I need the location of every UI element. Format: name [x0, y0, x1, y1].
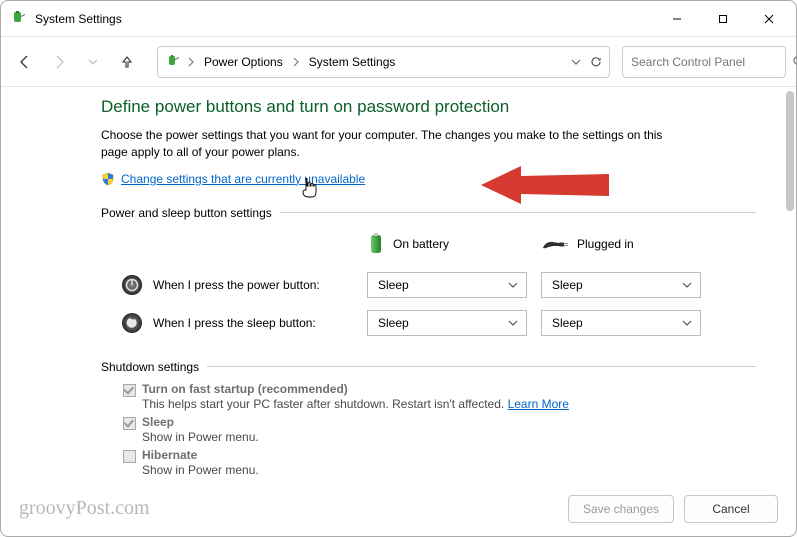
row-power-button: When I press the power button:	[121, 266, 353, 304]
search-box[interactable]	[622, 46, 786, 78]
row-label-text: When I press the power button:	[153, 278, 320, 292]
navbar: Power Options System Settings	[1, 37, 796, 87]
option-title: Sleep	[142, 415, 259, 429]
footer: groovyPost.com Save changes Cancel	[1, 481, 796, 536]
row-label-text: When I press the sleep button:	[153, 316, 316, 330]
chevron-down-icon	[508, 319, 518, 327]
window-title: System Settings	[35, 12, 122, 26]
chevron-down-icon	[682, 319, 692, 327]
option-desc: Show in Power menu.	[142, 430, 259, 444]
app-icon	[11, 11, 27, 27]
option-title: Turn on fast startup (recommended)	[142, 382, 569, 396]
power-button-icon	[121, 274, 143, 296]
chevron-down-icon	[682, 281, 692, 289]
page-title: Define power buttons and turn on passwor…	[101, 97, 756, 117]
change-settings-link[interactable]: Change settings that are currently unava…	[121, 172, 365, 186]
column-on-battery: On battery	[367, 226, 527, 266]
option-title: Hibernate	[142, 448, 259, 462]
shield-icon	[101, 172, 115, 186]
select-value: Sleep	[378, 278, 409, 292]
change-settings-row: Change settings that are currently unava…	[101, 172, 756, 186]
breadcrumb-system-settings[interactable]: System Settings	[305, 51, 400, 73]
select-value: Sleep	[552, 316, 583, 330]
chevron-right-icon[interactable]	[186, 57, 196, 67]
select-value: Sleep	[378, 316, 409, 330]
breadcrumb-power-options[interactable]: Power Options	[200, 51, 287, 73]
search-input[interactable]	[631, 55, 786, 69]
option-fast-startup: Turn on fast startup (recommended) This …	[123, 382, 756, 411]
divider	[280, 212, 756, 213]
learn-more-link[interactable]: Learn More	[508, 397, 569, 411]
battery-icon	[367, 232, 385, 256]
row-sleep-button: When I press the sleep button:	[121, 304, 353, 342]
scrollbar[interactable]	[786, 91, 794, 211]
power-options-icon	[164, 53, 182, 71]
search-icon[interactable]	[792, 55, 797, 68]
divider	[207, 366, 756, 367]
page-description: Choose the power settings that you want …	[101, 127, 681, 162]
section-label: Shutdown settings	[101, 360, 199, 374]
sleep-button-plugged-select[interactable]: Sleep	[541, 310, 701, 336]
annotation-arrow-icon	[481, 160, 611, 210]
column-label: On battery	[393, 237, 449, 251]
power-button-battery-select[interactable]: Sleep	[367, 272, 527, 298]
option-desc: Show in Power menu.	[142, 463, 259, 477]
content-area: Define power buttons and turn on passwor…	[1, 87, 796, 481]
section-shutdown-heading: Shutdown settings	[101, 360, 756, 374]
minimize-button[interactable]	[654, 4, 700, 34]
option-hibernate: Hibernate Show in Power menu.	[123, 448, 756, 477]
column-label: Plugged in	[577, 237, 634, 251]
back-button[interactable]	[11, 48, 39, 76]
forward-button[interactable]	[45, 48, 73, 76]
checkbox-hibernate[interactable]	[123, 450, 136, 463]
plug-icon	[541, 236, 569, 252]
save-changes-button[interactable]: Save changes	[568, 495, 674, 523]
power-button-plugged-select[interactable]: Sleep	[541, 272, 701, 298]
history-dropdown-button[interactable]	[571, 57, 581, 67]
titlebar: System Settings	[1, 1, 796, 37]
recent-locations-button[interactable]	[79, 48, 107, 76]
up-button[interactable]	[113, 48, 141, 76]
column-plugged-in: Plugged in	[541, 230, 701, 262]
maximize-button[interactable]	[700, 4, 746, 34]
refresh-button[interactable]	[589, 55, 603, 69]
chevron-right-icon[interactable]	[291, 57, 301, 67]
cancel-button[interactable]: Cancel	[684, 495, 778, 523]
checkbox-fast-startup[interactable]	[123, 384, 136, 397]
checkbox-sleep[interactable]	[123, 417, 136, 430]
option-desc: This helps start your PC faster after sh…	[142, 397, 569, 411]
section-power-sleep-heading: Power and sleep button settings	[101, 206, 756, 220]
sleep-button-battery-select[interactable]: Sleep	[367, 310, 527, 336]
close-button[interactable]	[746, 4, 792, 34]
option-sleep: Sleep Show in Power menu.	[123, 415, 756, 444]
sleep-button-icon	[121, 312, 143, 334]
watermark: groovyPost.com	[19, 497, 150, 520]
section-label: Power and sleep button settings	[101, 206, 272, 220]
chevron-down-icon	[508, 281, 518, 289]
select-value: Sleep	[552, 278, 583, 292]
address-bar[interactable]: Power Options System Settings	[157, 46, 610, 78]
